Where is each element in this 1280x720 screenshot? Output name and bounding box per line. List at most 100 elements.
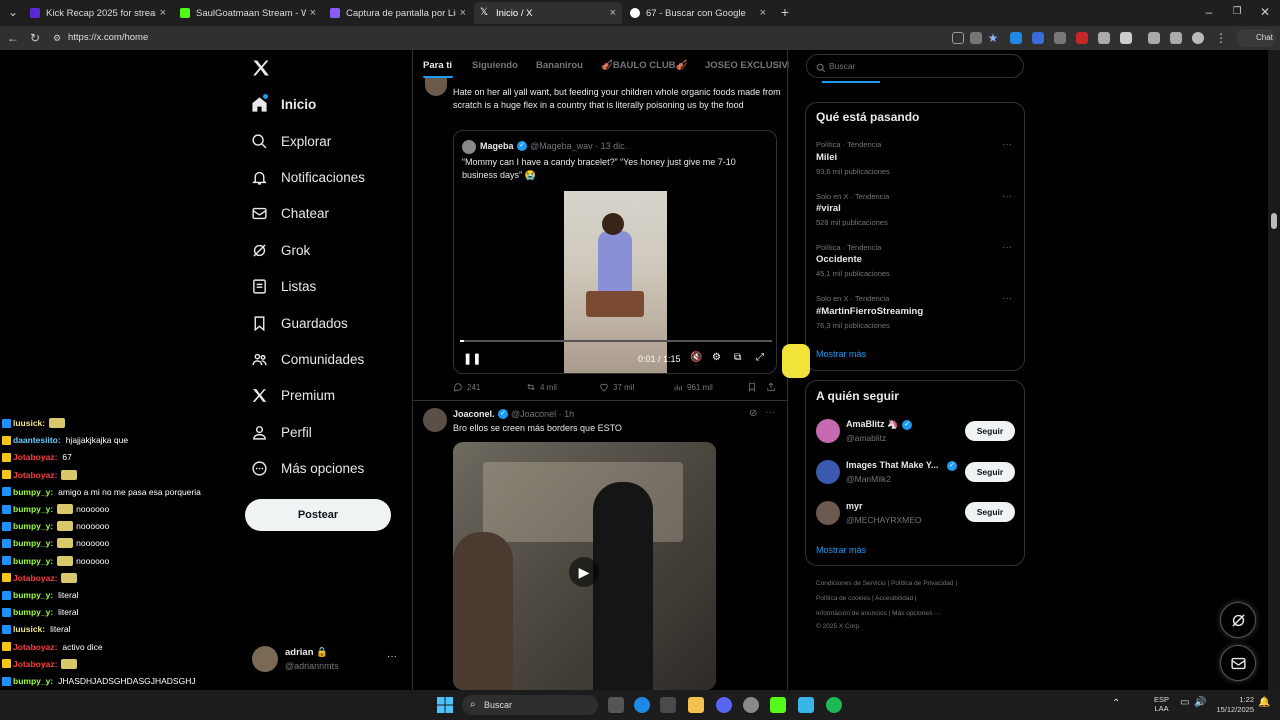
tab-list-chevron-icon[interactable]: ⌄ — [6, 5, 20, 19]
chat-username[interactable]: bumpy_y: — [13, 504, 53, 514]
close-tab-icon[interactable]: × — [160, 7, 166, 19]
tray-chevron-up-icon[interactable]: ⌃ — [1112, 698, 1120, 709]
post-avatar[interactable] — [425, 78, 447, 96]
quoted-post[interactable]: Mageba ✓ @Mageba_wav · 13 dic. “Mommy ca… — [453, 130, 777, 374]
scrollbar-thumb[interactable] — [1271, 213, 1277, 229]
mute-icon[interactable]: 🔇 — [690, 352, 702, 363]
menu-dots-icon[interactable]: ⋮ — [1214, 31, 1228, 45]
trend-name[interactable]: #MartinFierroStreaming — [816, 306, 923, 317]
url-field[interactable]: https://x.com/home — [58, 29, 938, 47]
task-view-icon[interactable] — [608, 697, 624, 713]
footer-links-line2[interactable]: Política de cookies | Accesibilidad | — [816, 595, 917, 602]
follow-button[interactable]: Seguir — [965, 502, 1015, 522]
copilot-chat-button[interactable]: Chat — [1236, 29, 1276, 47]
account-avatar[interactable] — [252, 646, 278, 672]
kick-icon[interactable] — [770, 697, 786, 713]
messages-floating-button[interactable] — [1220, 645, 1256, 681]
chat-username[interactable]: bumpy_y: — [13, 538, 53, 548]
follow-name[interactable]: Images That Make Y... — [846, 460, 938, 470]
feed-tab-joseo[interactable]: JOSEO EXCLUSIVE — [705, 60, 789, 71]
chat-username[interactable]: bumpy_y: — [13, 521, 53, 531]
browser-tab-kick[interactable]: Kick Recap 2025 for streamers - A × — [24, 2, 172, 24]
close-tab-icon[interactable]: × — [460, 7, 466, 19]
follow-avatar[interactable] — [816, 419, 840, 443]
network-icon[interactable]: ▭ — [1180, 697, 1189, 708]
play-icon[interactable]: ▶ — [569, 557, 599, 587]
extensions-puzzle-icon[interactable] — [1148, 32, 1160, 44]
footer-links-line1[interactable]: Condiciones de Servicio | Política de Pr… — [816, 580, 957, 587]
account-menu-dots-icon[interactable]: ··· — [387, 651, 397, 662]
translate-icon[interactable] — [970, 32, 982, 44]
nav-item-more[interactable]: Más opciones — [250, 455, 364, 481]
nav-item-bookmarks[interactable]: Guardados — [250, 310, 348, 336]
post-author-name[interactable]: Joaconel. — [453, 409, 495, 419]
trend-menu-dots-icon[interactable]: ··· — [1002, 191, 1012, 202]
reply-action[interactable]: 241 — [453, 382, 480, 392]
chat-username[interactable]: Jotaboyaz: — [13, 470, 57, 480]
browser-tab-lightshot[interactable]: Captura de pantalla por Lightshot × — [324, 2, 472, 24]
close-tab-icon[interactable]: × — [760, 7, 766, 19]
browser-tab-saul[interactable]: SaulGoatmaan Stream - Watch Li × — [174, 2, 322, 24]
like-action[interactable]: 37 mil — [599, 382, 634, 392]
nav-item-home[interactable]: Inicio — [250, 91, 316, 117]
clock[interactable]: 1:22 15/12/2025 — [1208, 695, 1254, 715]
edge-icon[interactable] — [634, 697, 650, 713]
nav-item-notifications[interactable]: Notificaciones — [250, 164, 365, 190]
nav-item-communities[interactable]: Comunidades — [250, 346, 364, 372]
pause-icon[interactable]: ❚❚ — [463, 352, 481, 365]
chat-username[interactable]: bumpy_y: — [13, 590, 53, 600]
spotify-icon[interactable] — [826, 697, 842, 713]
chat-username[interactable]: Jotaboyaz: — [13, 642, 57, 652]
chat-username[interactable]: bumpy_y: — [13, 556, 53, 566]
minimize-icon[interactable]: – — [1202, 5, 1216, 19]
footer-links-line3[interactable]: Información de anuncios | Más opciones ·… — [816, 610, 941, 617]
grok-icon[interactable]: ⊘ — [749, 408, 757, 419]
bookmark-action[interactable] — [747, 382, 761, 392]
chat-username[interactable]: daantesiito: — [13, 435, 61, 445]
extension-icon[interactable] — [1032, 32, 1044, 44]
store-icon[interactable] — [660, 697, 676, 713]
popout-icon[interactable]: ⧉ — [734, 352, 741, 363]
feed-tab-for-you[interactable]: Para ti — [423, 60, 452, 71]
trend-name[interactable]: Milei — [816, 152, 837, 163]
trend-name[interactable]: #viral — [816, 203, 841, 214]
grok-floating-button[interactable] — [1220, 602, 1256, 638]
follow-button[interactable]: Seguir — [965, 462, 1015, 482]
browser-tab-x[interactable]: 𝕏 Inicio / X × — [474, 2, 622, 24]
extension-icon[interactable] — [1098, 32, 1110, 44]
trends-show-more-link[interactable]: Mostrar más — [816, 349, 866, 359]
feed-tab-bananirou[interactable]: Bananirou — [536, 60, 583, 71]
post-avatar[interactable] — [423, 408, 447, 432]
downloads-icon[interactable] — [1170, 32, 1182, 44]
page-scrollbar[interactable] — [1268, 50, 1280, 690]
obs-icon[interactable] — [743, 697, 759, 713]
nav-item-premium[interactable]: Premium — [250, 382, 335, 408]
chat-username[interactable]: luusick: — [13, 624, 45, 634]
profile-avatar-icon[interactable] — [1192, 32, 1204, 44]
close-tab-icon[interactable]: × — [310, 7, 316, 19]
follow-button[interactable]: Seguir — [965, 421, 1015, 441]
chat-username[interactable]: Jotaboyaz: — [13, 659, 57, 669]
settings-gear-icon[interactable]: ⚙ — [712, 352, 721, 363]
follow-show-more-link[interactable]: Mostrar más — [816, 545, 866, 555]
close-tab-icon[interactable]: × — [610, 7, 616, 19]
feed-tab-following[interactable]: Siguiendo — [472, 60, 518, 71]
back-arrow-icon[interactable]: ← — [6, 31, 20, 45]
feed-tab-baulo-club[interactable]: 🎻BAULO CLUB🎻 — [601, 60, 687, 71]
nav-item-lists[interactable]: Listas — [250, 273, 316, 299]
ublock-icon[interactable] — [1076, 32, 1088, 44]
views-action[interactable]: 961 mil — [673, 382, 713, 392]
weather-widget[interactable] — [8, 696, 44, 714]
chat-username[interactable]: bumpy_y: — [13, 676, 53, 686]
post-video[interactable]: ▶ — [453, 442, 716, 690]
apps-icon[interactable] — [952, 32, 964, 44]
chat-username[interactable]: bumpy_y: — [13, 607, 53, 617]
follow-avatar[interactable] — [816, 460, 840, 484]
trend-name[interactable]: Occidente — [816, 254, 862, 265]
x-logo-icon[interactable] — [251, 58, 271, 78]
maximize-icon[interactable]: ❐ — [1230, 5, 1244, 19]
language-indicator[interactable]: ESP LAA — [1154, 695, 1169, 713]
extension-icon[interactable] — [1054, 32, 1066, 44]
taskbar-search[interactable]: ⌕ Buscar — [462, 695, 598, 715]
trend-menu-dots-icon[interactable]: ··· — [1002, 139, 1012, 150]
